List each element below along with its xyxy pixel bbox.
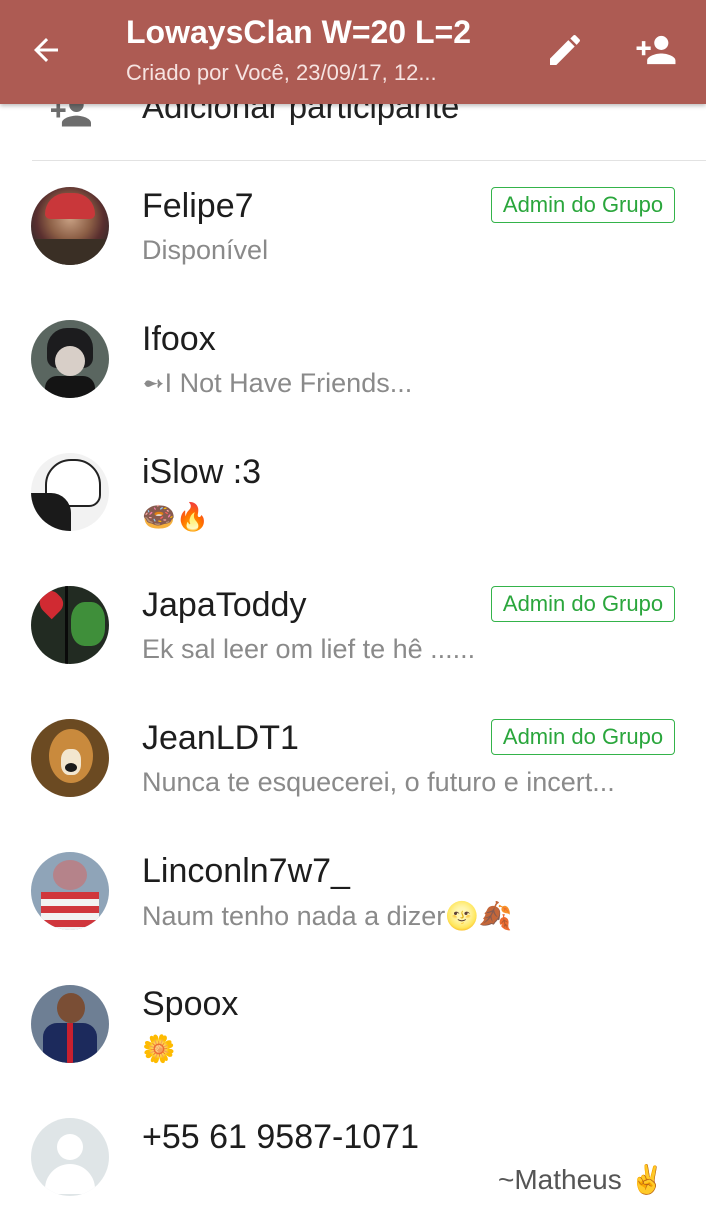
edit-pencil-icon[interactable] xyxy=(541,26,589,74)
admin-badge: Admin do Grupo xyxy=(491,187,675,223)
avatar xyxy=(31,586,109,664)
participant-row[interactable]: Linconln7w7_ Naum tenho nada a dizer🌝🍂 xyxy=(0,826,706,959)
participant-name: iSlow :3 xyxy=(142,453,262,491)
participant-status: 🌼 xyxy=(142,1034,176,1064)
participant-name: Linconln7w7_ xyxy=(142,852,350,890)
default-avatar-icon xyxy=(31,1118,109,1196)
participant-name: +55 61 9587-1071 xyxy=(142,1118,419,1156)
back-arrow-icon[interactable] xyxy=(22,26,70,74)
participant-row[interactable]: +55 61 9587-1071 xyxy=(0,1092,706,1225)
group-title[interactable]: LowaysClan W=20 L=2 xyxy=(126,14,516,51)
participant-row[interactable]: JapaToddy Ek sal leer om lief te hê ....… xyxy=(0,560,706,693)
avatar xyxy=(31,453,109,531)
avatar xyxy=(31,985,109,1063)
add-participant-icon[interactable] xyxy=(632,26,680,74)
signature-overlay: ~Matheus ✌️ xyxy=(498,1164,665,1195)
participant-row[interactable]: iSlow :3 🍩🔥 xyxy=(0,427,706,560)
avatar xyxy=(31,187,109,265)
participant-name: JeanLDT1 xyxy=(142,719,299,757)
participant-status: ➻I Not Have Friends... xyxy=(142,368,413,398)
participant-status: Nunca te esquecerei, o futuro e incert..… xyxy=(142,767,615,797)
participant-status: 🍩🔥 xyxy=(142,502,210,532)
avatar xyxy=(31,320,109,398)
admin-badge: Admin do Grupo xyxy=(491,719,675,755)
participant-status: Disponível xyxy=(142,235,269,265)
participant-row[interactable]: Felipe7 Disponível Admin do Grupo xyxy=(0,161,706,294)
participant-name: Spoox xyxy=(142,985,239,1023)
participant-row[interactable]: Spoox 🌼 xyxy=(0,959,706,1092)
admin-badge: Admin do Grupo xyxy=(491,586,675,622)
group-subtitle: Criado por Você, 23/09/17, 12... xyxy=(126,60,437,85)
app-header: LowaysClan W=20 L=2 Criado por Você, 23/… xyxy=(0,0,706,104)
participant-status: Ek sal leer om lief te hê ...... xyxy=(142,634,476,664)
avatar xyxy=(31,719,109,797)
participant-status: Naum tenho nada a dizer🌝🍂 xyxy=(142,901,513,931)
participant-name: Felipe7 xyxy=(142,187,254,225)
participant-row[interactable]: Ifoox ➻I Not Have Friends... xyxy=(0,294,706,427)
avatar xyxy=(31,852,109,930)
participant-name: Ifoox xyxy=(142,320,216,358)
participant-row[interactable]: JeanLDT1 Nunca te esquecerei, o futuro e… xyxy=(0,693,706,826)
participant-name: JapaToddy xyxy=(142,586,307,624)
